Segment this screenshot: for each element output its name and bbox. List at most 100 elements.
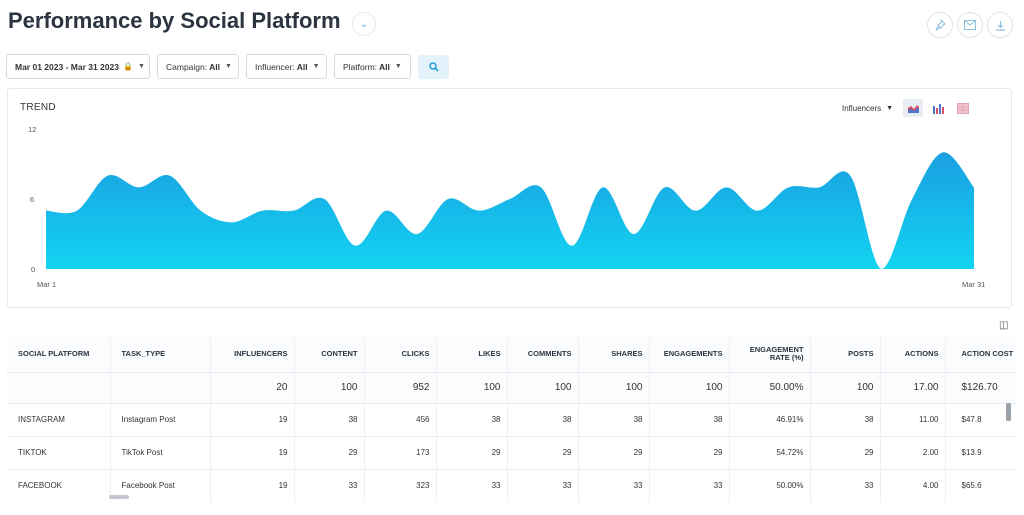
table-cell: 33 xyxy=(507,468,579,502)
table-cell: 38 xyxy=(507,402,579,436)
influencer-filter-label: Influencer: xyxy=(255,61,295,72)
table-cell: 33 xyxy=(294,468,365,502)
table-cell: 29 xyxy=(294,435,365,469)
column-header[interactable]: ACTIONS xyxy=(880,337,946,372)
column-header[interactable]: CLICKS xyxy=(364,337,437,372)
table-cell: 38 xyxy=(436,402,508,436)
platform-filter-label: Platform: xyxy=(343,61,378,72)
table-cell: 4.00 xyxy=(880,468,946,502)
date-range-filter[interactable]: Mar 01 2023 - Mar 31 2023 🔒 ▼ xyxy=(6,54,150,79)
search-button[interactable] xyxy=(418,55,449,79)
platform-filter-value: All xyxy=(379,61,390,72)
y-tick-label: 0 xyxy=(31,265,35,274)
pin-button[interactable] xyxy=(927,12,953,38)
table-cell: 33 xyxy=(578,468,650,502)
table-row[interactable]: FACEBOOK Facebook Post 19 33 323 33 33 3… xyxy=(7,468,1016,502)
y-tick-label: 6 xyxy=(30,195,34,204)
email-icon xyxy=(964,20,976,30)
table-cell: FACEBOOK xyxy=(7,468,111,502)
campaign-filter-value: All xyxy=(209,61,220,72)
influencer-filter[interactable]: Influencer: All ▼ xyxy=(246,54,327,79)
table-cell: 50.00% xyxy=(729,371,811,403)
search-icon xyxy=(428,62,439,72)
table-cell: 29 xyxy=(436,435,508,469)
metric-select[interactable]: Influencers ▼ xyxy=(836,99,899,117)
column-header[interactable]: POSTS xyxy=(810,337,881,372)
x-tick-label-start: Mar 1 xyxy=(37,280,56,289)
chevron-down-icon: ▼ xyxy=(394,63,402,70)
chevron-down-icon: ▼ xyxy=(224,63,232,70)
table-cell: 38 xyxy=(578,402,650,436)
table-cell: 33 xyxy=(436,468,508,502)
pin-icon xyxy=(935,19,946,31)
lock-icon: 🔒 xyxy=(122,62,133,71)
table-cell: TIKTOK xyxy=(7,435,111,469)
table-cell: $126.70 xyxy=(945,371,1016,403)
table-cell: 33 xyxy=(649,468,730,502)
column-settings-icon[interactable]: ◫ xyxy=(999,320,1008,331)
vertical-scrollbar[interactable] xyxy=(1006,403,1011,421)
table-cell: 50.00% xyxy=(729,468,811,502)
column-header[interactable]: ENGAGEMENT RATE (%) xyxy=(729,337,811,372)
series-area xyxy=(46,152,974,269)
column-header[interactable]: COMMENTS xyxy=(507,337,579,372)
performance-table: SOCIAL PLATFORM TASK_TYPE INFLUENCERS CO… xyxy=(7,337,1016,505)
table-cell: 17.00 xyxy=(880,371,946,403)
table-cell: 456 xyxy=(364,402,437,436)
column-header[interactable]: SOCIAL PLATFORM xyxy=(7,337,111,372)
date-range-value: Mar 01 2023 - Mar 31 2023 xyxy=(15,61,119,72)
column-header[interactable]: SHARES xyxy=(578,337,650,372)
table-cell: 54.72% xyxy=(729,435,811,469)
table-cell: 100 xyxy=(507,371,579,403)
chart-title: TREND xyxy=(20,102,56,113)
table-cell: 11.00 xyxy=(880,402,946,436)
table-cell: INSTAGRAM xyxy=(7,402,111,436)
trend-chart-card: 12 6 0 Mar 1 Mar 31 TREND Influencers ▼ xyxy=(7,88,1012,308)
title-menu-button[interactable]: ⌄ xyxy=(352,12,376,36)
email-button[interactable] xyxy=(957,12,983,38)
y-tick-label: 12 xyxy=(28,125,36,134)
table-cell: 952 xyxy=(364,371,437,403)
table-row[interactable]: INSTAGRAM Instagram Post 19 38 456 38 38… xyxy=(7,402,1016,436)
download-icon xyxy=(995,20,1005,31)
column-header[interactable]: ACTION COST xyxy=(945,337,1016,372)
chevron-down-icon: ▼ xyxy=(886,104,894,112)
table-header-row: SOCIAL PLATFORM TASK_TYPE INFLUENCERS CO… xyxy=(7,337,1016,372)
table-cell: 100 xyxy=(436,371,508,403)
platform-filter[interactable]: Platform: All ▼ xyxy=(334,54,411,79)
table-cell: $65.6 xyxy=(945,468,1016,502)
table-cell: 2.00 xyxy=(880,435,946,469)
table-cell: 38 xyxy=(294,402,365,436)
column-header[interactable]: CONTENT xyxy=(294,337,365,372)
table-cell: 19 xyxy=(210,468,295,502)
column-header[interactable]: LIKES xyxy=(436,337,508,372)
horizontal-scrollbar[interactable] xyxy=(109,495,129,499)
page-title: Performance by Social Platform xyxy=(8,8,341,33)
column-header[interactable]: TASK_TYPE xyxy=(110,337,211,372)
metric-select-value: Influencers xyxy=(842,103,882,113)
chevron-down-icon: ⌄ xyxy=(359,18,369,30)
table-cell: 19 xyxy=(210,402,295,436)
column-header[interactable]: INFLUENCERS xyxy=(210,337,295,372)
table-cell: Instagram Post xyxy=(110,402,211,436)
table-cell: 46.91% xyxy=(729,402,811,436)
campaign-filter[interactable]: Campaign: All ▼ xyxy=(157,54,239,79)
chevron-down-icon: ▼ xyxy=(137,63,145,70)
bar-chart-type-button[interactable] xyxy=(928,99,948,117)
area-chart-type-button[interactable] xyxy=(903,99,923,117)
table-cell: 38 xyxy=(649,402,730,436)
trend-chart: 12 6 0 Mar 1 Mar 31 xyxy=(28,125,985,289)
campaign-filter-label: Campaign: xyxy=(166,61,208,72)
table-view-type-button[interactable] xyxy=(953,99,973,117)
bar-chart-icon xyxy=(932,103,944,114)
table-cell: 29 xyxy=(649,435,730,469)
table-cell: 173 xyxy=(364,435,437,469)
table-cell: 323 xyxy=(364,468,437,502)
chevron-down-icon: ▼ xyxy=(312,63,320,70)
table-cell xyxy=(110,371,211,403)
download-button[interactable] xyxy=(987,12,1013,38)
column-header[interactable]: ENGAGEMENTS xyxy=(649,337,730,372)
x-tick-label-end: Mar 31 xyxy=(962,280,985,289)
table-row[interactable]: TIKTOK TikTok Post 19 29 173 29 29 29 29… xyxy=(7,435,1016,469)
table-cell: 100 xyxy=(649,371,730,403)
